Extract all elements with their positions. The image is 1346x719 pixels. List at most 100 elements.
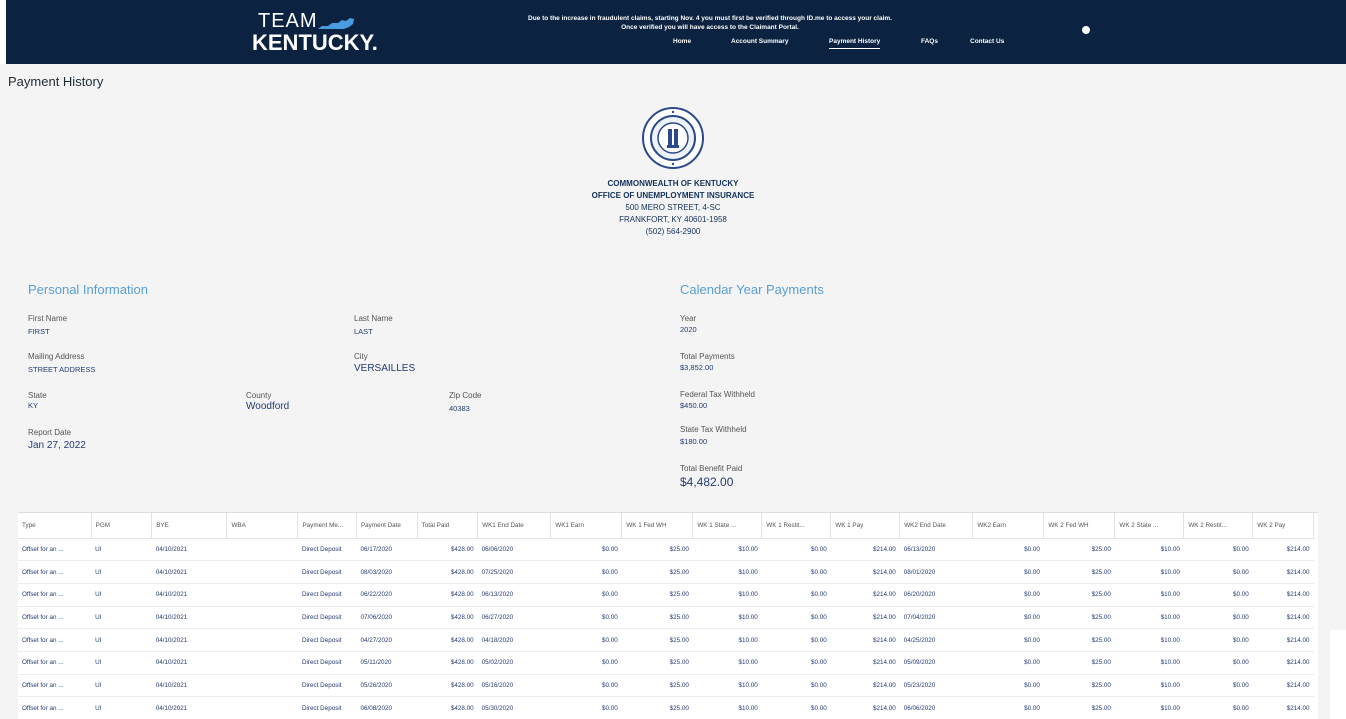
table-cell: $10.00	[1114, 560, 1184, 584]
table-cell: 07/25/2020	[477, 560, 551, 584]
table-cell: 04/10/2021	[151, 674, 227, 698]
table-cell: Offset for an ...	[18, 560, 92, 584]
nav-contact-us[interactable]: Contact Us	[970, 38, 1004, 45]
agency-line-3: 500 MERO STREET, 4-SC	[625, 203, 721, 212]
table-cell: $214.00	[830, 560, 900, 584]
table-cell: UI	[91, 538, 152, 562]
table-cell: $214.00	[1252, 583, 1314, 607]
table-cell: $0.00	[761, 651, 831, 675]
column-header[interactable]: WK 2 Fed WH	[1043, 513, 1116, 539]
agency-line-4: FRANKFORT, KY 40601-1958	[619, 215, 727, 224]
table-cell: $25.00	[621, 628, 693, 652]
table-cell: $0.00	[550, 628, 622, 652]
column-header[interactable]: WK 2 Restit...	[1183, 513, 1254, 539]
column-header[interactable]: WK2 End Date	[899, 513, 974, 539]
user-profile-icon[interactable]	[1082, 26, 1090, 34]
agency-line-1: COMMONWEALTH OF KENTUCKY	[607, 179, 739, 188]
table-row[interactable]: Offset for an ... UI 04/10/2021 Direct Depo…	[18, 696, 1314, 719]
table-row[interactable]: Offset for an ... UI 04/10/2021 Direct Depo…	[18, 560, 1314, 584]
table-cell: $10.00	[692, 651, 762, 675]
table-cell: Direct Deposit	[297, 628, 357, 652]
table-cell: $0.00	[761, 538, 831, 562]
table-cell: $10.00	[692, 560, 762, 584]
table-cell	[226, 538, 298, 562]
nav-faqs[interactable]: FAQs	[921, 38, 938, 45]
table-row[interactable]: Offset for an ... UI 04/10/2021 Direct Depo…	[18, 651, 1314, 675]
zip-code-value: 40383	[449, 404, 470, 413]
table-cell: 06/13/2020	[899, 538, 973, 562]
table-cell: $0.00	[1183, 696, 1253, 719]
total-benefit-value: $4,482.00	[680, 475, 734, 489]
column-header[interactable]: Payment Date	[356, 513, 418, 539]
nav-account-summary[interactable]: Account Summary	[731, 38, 788, 45]
first-name-label: First Name	[28, 314, 68, 323]
table-cell: Offset for an ...	[18, 628, 92, 652]
column-header[interactable]: BYE	[151, 513, 228, 539]
table-cell: 05/16/2020	[477, 674, 551, 698]
year-value: 2020	[680, 325, 697, 334]
team-kentucky-logo[interactable]: TEAM KENTUCKY.	[252, 10, 378, 55]
table-cell: Offset for an ...	[18, 583, 92, 607]
column-header[interactable]: Total Paid	[417, 513, 479, 539]
table-cell: 08/01/2020	[899, 560, 973, 584]
column-header[interactable]: WK1 End Date	[477, 513, 552, 539]
table-cell: 06/06/2020	[899, 696, 973, 719]
column-header[interactable]: WK 2 Pay	[1252, 513, 1314, 539]
table-cell: $0.00	[761, 583, 831, 607]
table-cell: $10.00	[1114, 674, 1184, 698]
table-header-row: Type PGM BYE WBA Payment Me... Payment Date To…	[18, 513, 1314, 539]
state-tax-label: State Tax Withheld	[680, 425, 747, 434]
column-header[interactable]: PGM	[91, 513, 153, 539]
column-header[interactable]: Payment Me...	[297, 513, 357, 539]
table-row[interactable]: Offset for an ... UI 04/10/2021 Direct Depo…	[18, 538, 1314, 562]
column-header[interactable]: WBA	[226, 513, 299, 539]
table-cell: $25.00	[1043, 583, 1115, 607]
column-header[interactable]: WK 1 State ...	[692, 513, 763, 539]
table-cell: $25.00	[1043, 674, 1115, 698]
table-cell: $25.00	[621, 606, 693, 630]
table-cell: 05/30/2020	[477, 696, 551, 719]
table-cell: 04/10/2021	[151, 583, 227, 607]
total-payments-value: $3,852.00	[680, 363, 714, 372]
table-row[interactable]: Offset for an ... UI 04/10/2021 Direct Depo…	[18, 628, 1314, 652]
table-cell: 06/20/2020	[899, 583, 973, 607]
last-name-value: LAST	[354, 327, 373, 336]
table-cell: Direct Deposit	[297, 674, 357, 698]
table-cell: Direct Deposit	[297, 560, 357, 584]
mailing-address-label: Mailing Address	[28, 352, 85, 361]
table-cell: $10.00	[692, 583, 762, 607]
table-cell: Offset for an ...	[18, 674, 92, 698]
column-header[interactable]: WK 1 Fed WH	[621, 513, 694, 539]
table-cell	[226, 560, 298, 584]
nav-payment-history[interactable]: Payment History	[829, 38, 881, 49]
page-title: Payment History	[8, 74, 104, 89]
table-cell: 04/10/2021	[151, 538, 227, 562]
federal-tax-value: $450.00	[680, 401, 708, 410]
column-header[interactable]: WK 2 State ...	[1114, 513, 1185, 539]
logo-state-text: KENTUCKY.	[252, 30, 378, 55]
table-cell: $0.00	[1183, 651, 1253, 675]
table-cell: Offset for an ...	[18, 651, 92, 675]
calendar-payments-heading: Calendar Year Payments	[680, 282, 824, 297]
table-row[interactable]: Offset for an ... UI 04/10/2021 Direct Depo…	[18, 674, 1314, 698]
column-header[interactable]: WK1 Earn	[550, 513, 623, 539]
state-label: State	[28, 391, 47, 400]
table-cell: Offset for an ...	[18, 538, 92, 562]
table-cell: UI	[91, 651, 152, 675]
table-cell: $10.00	[692, 606, 762, 630]
table-cell: $25.00	[1043, 628, 1115, 652]
table-cell: Offset for an ...	[18, 696, 92, 719]
table-row[interactable]: Offset for an ... UI 04/10/2021 Direct Depo…	[18, 606, 1314, 630]
table-cell	[226, 606, 298, 630]
table-cell: $0.00	[761, 628, 831, 652]
column-header[interactable]: WK2 Earn	[972, 513, 1045, 539]
table-cell: $25.00	[1043, 560, 1115, 584]
column-header[interactable]: Type	[18, 513, 92, 539]
first-name-value: FIRST	[28, 327, 50, 336]
table-row[interactable]: Offset for an ... UI 04/10/2021 Direct Depo…	[18, 583, 1314, 607]
column-header[interactable]: WK 1 Restit...	[761, 513, 832, 539]
nav-home[interactable]: Home	[673, 38, 691, 45]
table-cell: $0.00	[550, 651, 622, 675]
table-cell: 04/10/2021	[151, 606, 227, 630]
column-header[interactable]: WK 1 Pay	[830, 513, 901, 539]
